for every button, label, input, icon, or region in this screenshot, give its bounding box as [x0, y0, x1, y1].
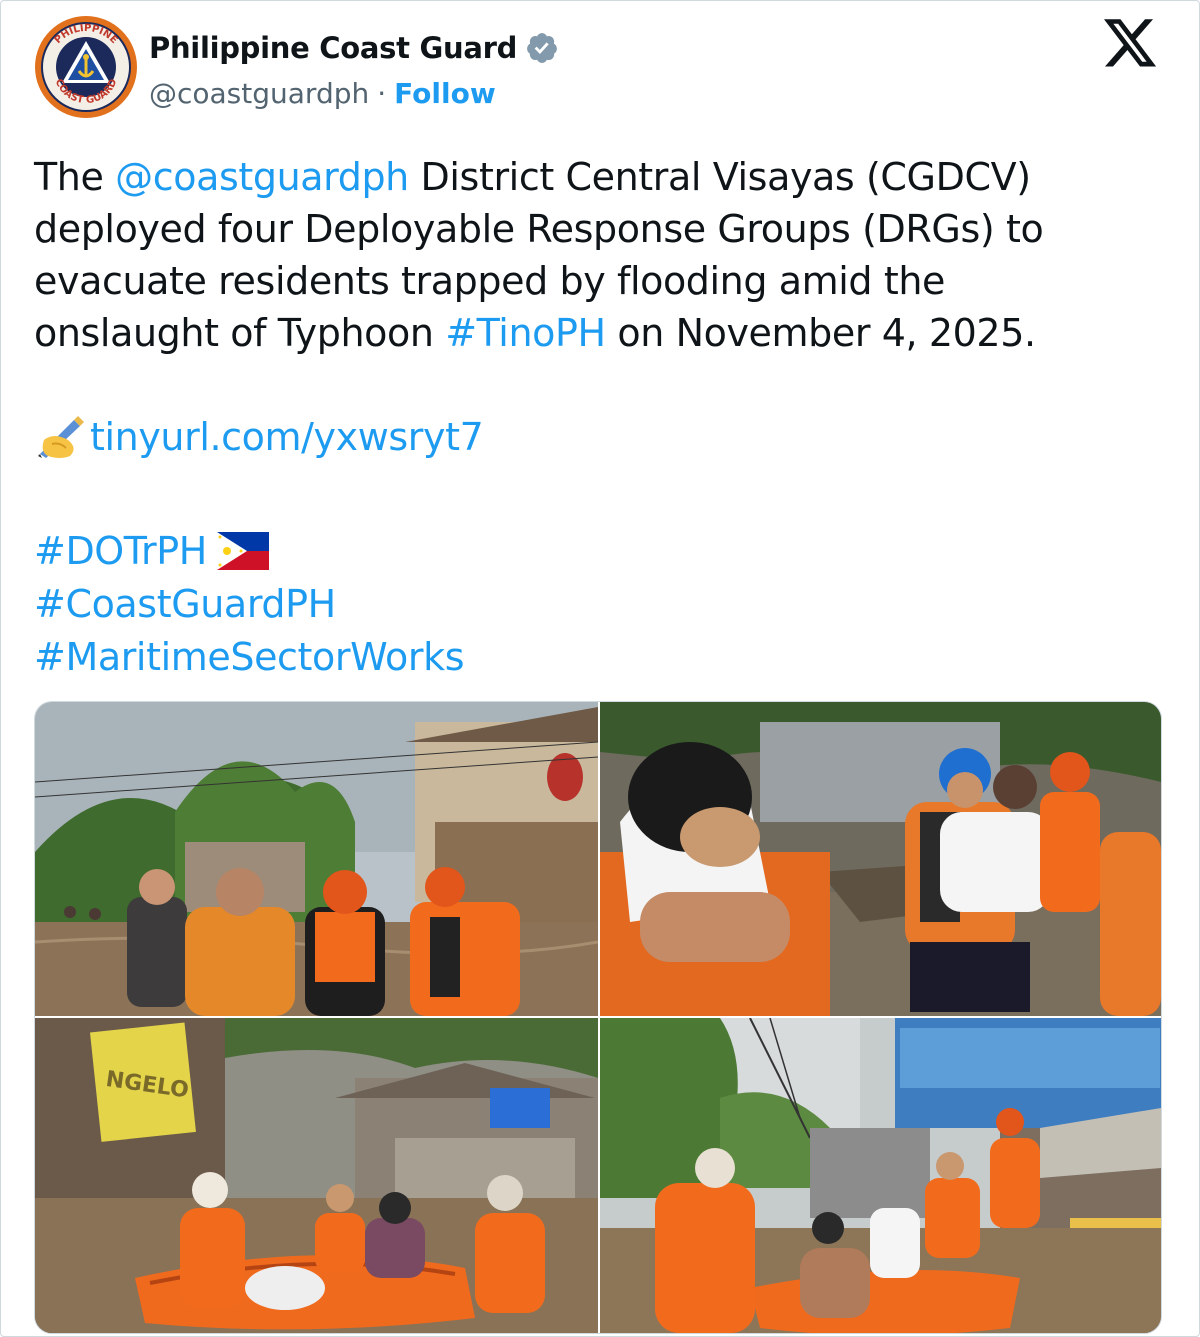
tweet-line: deployed four Deployable Response Groups… — [34, 207, 1044, 251]
text-span: District Central Visayas (CGDCV) — [408, 155, 1031, 199]
tweet-line: onslaught of Typhoon #TinoPH on November… — [34, 307, 1154, 359]
photo-rescue-boat-alley[interactable]: NGELO — [35, 1018, 598, 1333]
x-logo-icon[interactable] — [1104, 19, 1158, 69]
link-line: tinyurl.com/yxwsryt7 — [34, 411, 1154, 473]
text-span: The — [34, 155, 116, 199]
hashtag-line: #MaritimeSectorWorks — [34, 631, 1154, 684]
writing-hand-emoji-icon — [34, 414, 90, 473]
mention-link[interactable]: @coastguardph — [115, 155, 409, 199]
hashtag-link[interactable]: #TinoPH — [445, 311, 606, 355]
photo-rescuer-carrying-child[interactable] — [600, 702, 1161, 1016]
separator-dot: · — [377, 77, 387, 110]
hashtag-link[interactable]: #MaritimeSectorWorks — [34, 635, 465, 679]
tweet-line: The @coastguardph District Central Visay… — [34, 151, 1154, 203]
photo-residents-boarding-boat[interactable] — [600, 1018, 1161, 1333]
tweet-card: PHILIPPINE COAST GUARD Philippine Coast … — [0, 0, 1200, 1337]
display-name[interactable]: Philippine Coast Guard — [149, 31, 517, 65]
text-span: on November 4, 2025. — [605, 311, 1036, 355]
follow-button[interactable]: Follow — [394, 77, 496, 110]
account-handle[interactable]: @coastguardph — [149, 77, 369, 110]
text-span: onslaught of Typhoon — [34, 311, 446, 355]
avatar[interactable]: PHILIPPINE COAST GUARD — [34, 15, 138, 119]
philippines-flag-icon — [216, 531, 269, 583]
hashtag-link[interactable]: #CoastGuardPH — [34, 582, 336, 626]
url-link[interactable]: tinyurl.com/yxwsryt7 — [90, 415, 484, 459]
hashtag-line: #DOTrPH — [34, 525, 1154, 578]
hashtag-link[interactable]: #DOTrPH — [34, 529, 207, 573]
handle-row: @coastguardph · Follow — [149, 77, 496, 110]
coast-guard-seal-icon: PHILIPPINE COAST GUARD — [35, 16, 137, 118]
hashtag-line: #CoastGuardPH — [34, 578, 1154, 631]
tweet-text: The @coastguardph District Central Visay… — [34, 151, 1154, 684]
photo-flooded-street[interactable] — [35, 702, 598, 1016]
media-grid: NGELO — [34, 701, 1162, 1334]
tweet-line: evacuate residents trapped by flooding a… — [34, 259, 945, 303]
verified-badge-icon — [527, 33, 557, 63]
account-name-row[interactable]: Philippine Coast Guard — [149, 31, 559, 65]
